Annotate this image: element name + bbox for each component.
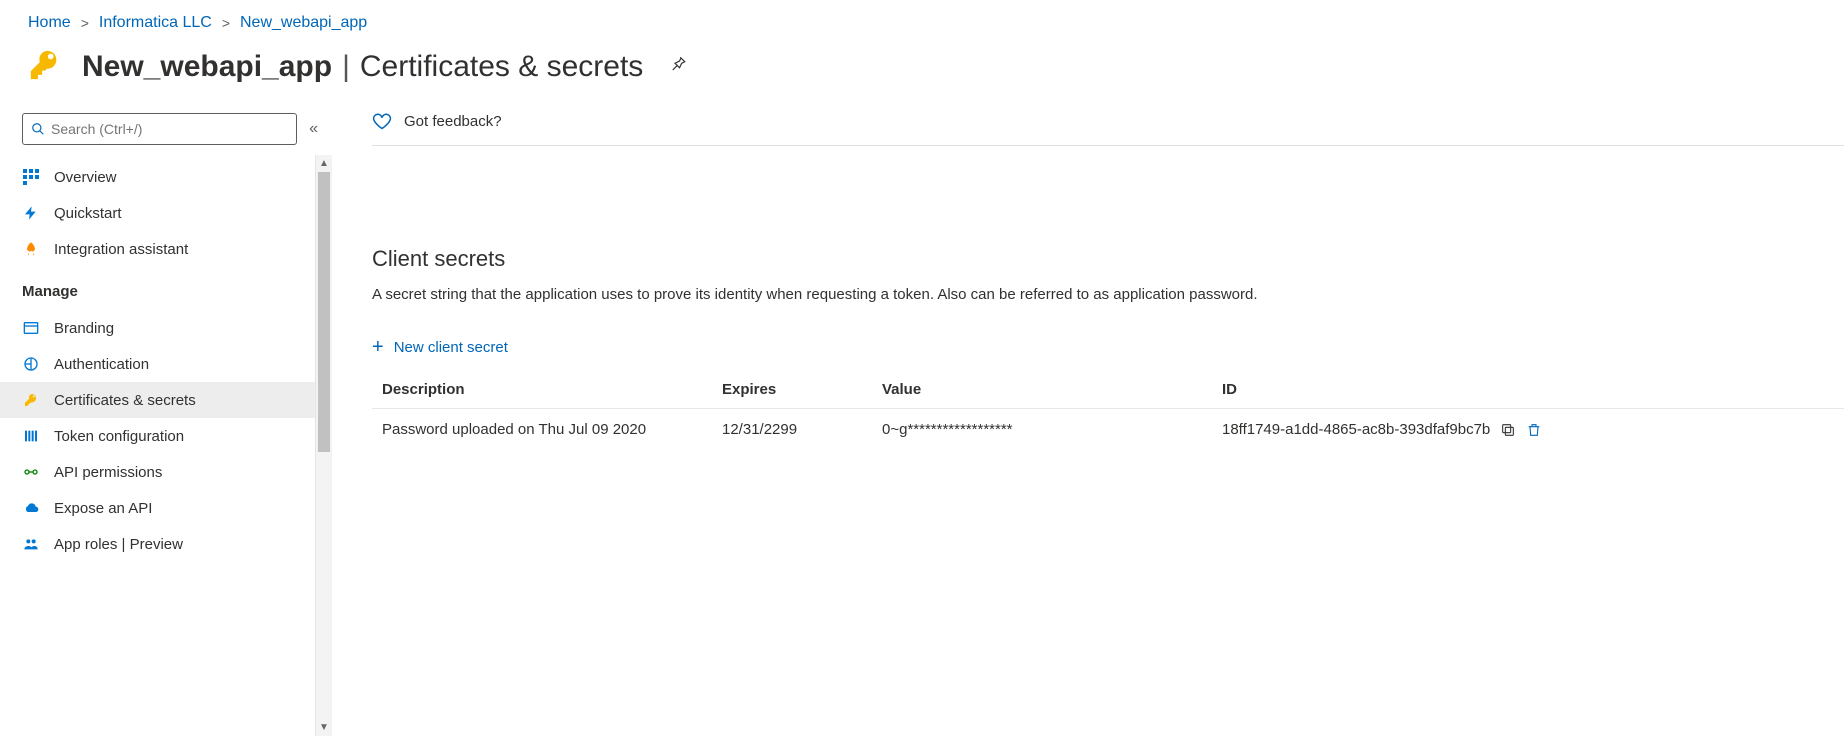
sidebar: « Overview Quickstart Integration assist… [0, 105, 332, 736]
people-icon [22, 535, 40, 553]
breadcrumb-org[interactable]: Informatica LLC [99, 14, 212, 32]
page-title-app: New_webapi_app [82, 50, 332, 84]
sidebar-scrollbar[interactable]: ▲ ▼ [315, 155, 332, 736]
sidebar-item-overview[interactable]: Overview [0, 159, 332, 195]
grid-icon [22, 168, 40, 186]
search-input[interactable] [22, 113, 297, 145]
search-field[interactable] [51, 121, 288, 137]
collapse-sidebar-button[interactable]: « [309, 120, 318, 138]
title-divider: | [338, 50, 354, 84]
secrets-table: Description Expires Value ID Password up… [372, 371, 1844, 450]
section-description: A secret string that the application use… [372, 286, 1844, 303]
chevron-right-icon: > [81, 15, 89, 31]
api-icon [22, 463, 40, 481]
col-value: Value [872, 371, 1212, 409]
sidebar-item-label: Overview [54, 169, 117, 186]
cell-description: Password uploaded on Thu Jul 09 2020 [372, 409, 712, 451]
new-client-secret-button[interactable]: + New client secret [372, 331, 1844, 363]
plus-icon: + [372, 337, 384, 357]
sidebar-item-integration[interactable]: Integration assistant [0, 231, 332, 267]
col-expires: Expires [712, 371, 872, 409]
table-row: Password uploaded on Thu Jul 09 2020 12/… [372, 409, 1844, 451]
token-icon [22, 427, 40, 445]
cell-id-value: 18ff1749-a1dd-4865-ac8b-393dfaf9bc7b [1222, 421, 1490, 438]
sidebar-item-quickstart[interactable]: Quickstart [0, 195, 332, 231]
search-icon [31, 122, 45, 136]
copy-icon[interactable] [1500, 422, 1516, 438]
rocket-icon [22, 240, 40, 258]
col-id: ID [1212, 371, 1844, 409]
sidebar-item-api-permissions[interactable]: API permissions [0, 454, 332, 490]
cell-expires: 12/31/2299 [712, 409, 872, 451]
sidebar-item-label: API permissions [54, 464, 162, 481]
feedback-label: Got feedback? [404, 113, 502, 130]
feedback-button[interactable]: Got feedback? [372, 111, 1844, 145]
sidebar-item-label: Quickstart [54, 205, 122, 222]
section-title: Client secrets [372, 246, 1844, 272]
browser-icon [22, 319, 40, 337]
sidebar-group-manage: Manage [0, 267, 332, 310]
sidebar-item-label: Authentication [54, 356, 149, 373]
new-client-secret-label: New client secret [394, 339, 508, 356]
page-title: New_webapi_app | Certificates & secrets [82, 50, 643, 84]
chevron-right-icon: > [222, 15, 230, 31]
scroll-down-arrow-icon[interactable]: ▼ [316, 719, 332, 736]
auth-icon [22, 355, 40, 373]
table-header-row: Description Expires Value ID [372, 371, 1844, 409]
page-title-section: Certificates & secrets [360, 50, 643, 84]
key-icon [22, 391, 40, 409]
heart-icon [372, 111, 392, 131]
sidebar-item-label: Integration assistant [54, 241, 188, 258]
main-content: Got feedback? Client secrets A secret st… [332, 105, 1844, 736]
breadcrumb-home[interactable]: Home [28, 14, 71, 32]
breadcrumb-app[interactable]: New_webapi_app [240, 14, 367, 32]
sidebar-item-expose-api[interactable]: Expose an API [0, 490, 332, 526]
pin-icon[interactable] [663, 55, 687, 78]
sidebar-item-certificates[interactable]: Certificates & secrets [0, 382, 332, 418]
cloud-icon [22, 499, 40, 517]
sidebar-item-token[interactable]: Token configuration [0, 418, 332, 454]
sidebar-item-label: Certificates & secrets [54, 392, 196, 409]
sidebar-item-branding[interactable]: Branding [0, 310, 332, 346]
page-header: New_webapi_app | Certificates & secrets [0, 42, 1844, 105]
sidebar-item-label: Token configuration [54, 428, 184, 445]
sidebar-item-authentication[interactable]: Authentication [0, 346, 332, 382]
scroll-thumb[interactable] [318, 172, 330, 452]
delete-icon[interactable] [1526, 422, 1542, 438]
sidebar-item-label: Expose an API [54, 500, 152, 517]
sidebar-item-label: App roles | Preview [54, 536, 183, 553]
key-icon [28, 48, 62, 85]
cell-value: 0~g****************** [872, 409, 1212, 451]
lightning-icon [22, 204, 40, 222]
col-description: Description [372, 371, 712, 409]
sidebar-item-app-roles[interactable]: App roles | Preview [0, 526, 332, 562]
breadcrumb: Home > Informatica LLC > New_webapi_app [0, 0, 1844, 42]
cell-id: 18ff1749-a1dd-4865-ac8b-393dfaf9bc7b [1212, 409, 1844, 451]
divider [372, 145, 1844, 146]
sidebar-item-label: Branding [54, 320, 114, 337]
scroll-up-arrow-icon[interactable]: ▲ [316, 155, 332, 172]
